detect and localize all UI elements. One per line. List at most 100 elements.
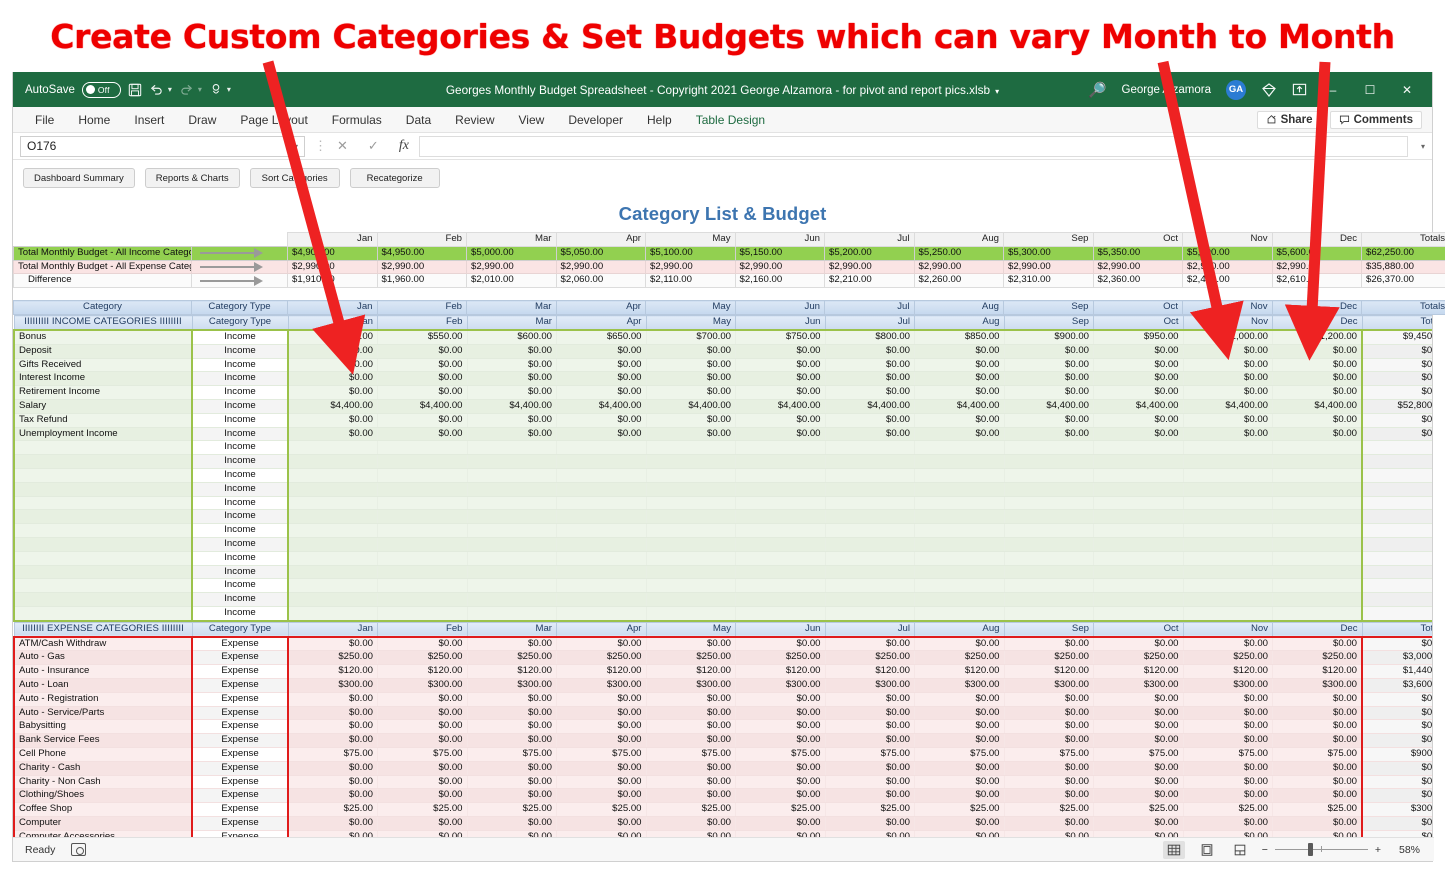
table-row[interactable]: Income [14, 538, 1432, 552]
exp-month-cell[interactable]: $0.00 [467, 706, 557, 720]
inc-type-cell[interactable]: Income [192, 455, 288, 469]
exp-month-cell[interactable]: $0.00 [378, 706, 468, 720]
inc-month-cell[interactable] [288, 496, 378, 510]
inc-month-cell[interactable]: $0.00 [557, 344, 647, 358]
exp-month-cell[interactable]: $0.00 [646, 761, 736, 775]
tab-data[interactable]: Data [394, 110, 443, 130]
inc-month-cell[interactable] [915, 496, 1005, 510]
exp-month-cell[interactable]: $0.00 [467, 789, 557, 803]
inc-month-cell[interactable] [378, 551, 468, 565]
inc-month-cell[interactable] [1273, 510, 1363, 524]
exp-month-cell[interactable]: $0.00 [825, 720, 915, 734]
exp-month-cell[interactable]: $0.00 [557, 720, 647, 734]
exp-month-cell[interactable]: $0.00 [1183, 692, 1273, 706]
inc-type-cell[interactable]: Income [192, 607, 288, 621]
header-jan[interactable]: Jan [288, 301, 378, 315]
exp-month-cell[interactable]: $0.00 [288, 775, 378, 789]
undo-icon[interactable] [149, 83, 164, 97]
inc-month-cell[interactable] [736, 593, 826, 607]
page-layout-view-button[interactable] [1196, 841, 1218, 859]
inc-month-cell[interactable] [825, 510, 915, 524]
exp-month-cell[interactable]: $0.00 [825, 816, 915, 830]
inc-month-cell[interactable]: $0.00 [378, 413, 468, 427]
inc-month-cell[interactable]: $900.00 [1004, 330, 1094, 344]
header-apr[interactable]: Apr [556, 301, 646, 315]
exp-total-cell[interactable]: $300.00 [1362, 803, 1432, 817]
inc-category-cell[interactable] [14, 510, 192, 524]
exp-month-cell[interactable]: $0.00 [1183, 706, 1273, 720]
inc-month-cell[interactable]: $0.00 [736, 358, 826, 372]
inc-month-cell[interactable]: $0.00 [467, 358, 557, 372]
exp-month-cell[interactable]: $0.00 [646, 734, 736, 748]
inc-month-cell[interactable]: $0.00 [1004, 427, 1094, 441]
exp-total-cell[interactable]: $3,600.00 [1362, 679, 1432, 693]
inc-month-cell[interactable] [825, 607, 915, 621]
exp-month-cell[interactable]: $0.00 [1004, 789, 1094, 803]
dashboard-summary-button[interactable]: Dashboard Summary [23, 168, 135, 188]
inc-month-cell[interactable] [467, 510, 557, 524]
inc-month-cell[interactable] [736, 510, 826, 524]
exp-month-cell[interactable]: $0.00 [288, 692, 378, 706]
inc-month-cell[interactable] [646, 538, 736, 552]
inc-month-cell[interactable] [825, 441, 915, 455]
table-row[interactable]: Unemployment IncomeIncome$0.00$0.00$0.00… [14, 427, 1432, 441]
exp-month-cell[interactable]: $0.00 [646, 789, 736, 803]
exp-month-cell[interactable]: $0.00 [288, 816, 378, 830]
inc-month-cell[interactable]: $0.00 [1273, 413, 1363, 427]
inc-month-cell[interactable]: $0.00 [1273, 372, 1363, 386]
inc-type-cell[interactable]: Income [192, 482, 288, 496]
inc-total-cell[interactable] [1362, 482, 1432, 496]
name-box[interactable]: O176 ▾ [20, 136, 305, 157]
exp-type-cell[interactable]: Expense [192, 651, 288, 665]
inc-month-cell[interactable] [646, 496, 736, 510]
close-button[interactable]: ✕ [1396, 83, 1418, 97]
table-row[interactable]: Income [14, 551, 1432, 565]
inc-category-cell[interactable] [14, 524, 192, 538]
exp-month-cell[interactable]: $120.00 [1004, 665, 1094, 679]
inc-month-cell[interactable]: $0.00 [915, 427, 1005, 441]
exp-category-cell[interactable]: Computer [14, 816, 192, 830]
inc-month-cell[interactable] [1094, 482, 1184, 496]
exp-month-cell[interactable]: $0.00 [288, 789, 378, 803]
inc-month-cell[interactable] [1004, 607, 1094, 621]
exp-month-cell[interactable]: $0.00 [736, 706, 826, 720]
name-box-chevron-down-icon[interactable]: ▾ [294, 142, 298, 151]
exp-month-cell[interactable]: $75.00 [557, 747, 647, 761]
exp-month-cell[interactable]: $25.00 [915, 803, 1005, 817]
exp-month-cell[interactable]: $0.00 [1183, 734, 1273, 748]
inc-month-cell[interactable] [1004, 538, 1094, 552]
inc-month-cell[interactable]: $0.00 [1004, 386, 1094, 400]
exp-month-cell[interactable]: $250.00 [1183, 651, 1273, 665]
exp-total-cell[interactable]: $0.00 [1362, 637, 1432, 651]
exp-type-cell[interactable]: Expense [192, 720, 288, 734]
inc-month-cell[interactable]: $0.00 [1094, 344, 1184, 358]
exp-month-cell[interactable]: $0.00 [1183, 789, 1273, 803]
exp-month-cell[interactable]: $0.00 [557, 761, 647, 775]
inc-month-cell[interactable]: $0.00 [1094, 358, 1184, 372]
inc-category-cell[interactable] [14, 469, 192, 483]
exp-month-cell[interactable]: $0.00 [915, 720, 1005, 734]
inc-month-cell[interactable]: $0.00 [1004, 372, 1094, 386]
inc-month-cell[interactable]: $650.00 [557, 330, 647, 344]
inc-type-cell[interactable]: Income [192, 358, 288, 372]
inc-total-cell[interactable] [1362, 538, 1432, 552]
exp-total-cell[interactable]: $0.00 [1362, 775, 1432, 789]
exp-month-cell[interactable]: $0.00 [1273, 761, 1363, 775]
exp-month-cell[interactable]: $0.00 [1004, 775, 1094, 789]
inc-month-cell[interactable] [915, 565, 1005, 579]
exp-month-cell[interactable]: $25.00 [557, 803, 647, 817]
exp-type-cell[interactable]: Expense [192, 789, 288, 803]
exp-month-cell[interactable]: $120.00 [557, 665, 647, 679]
exp-month-cell[interactable]: $0.00 [1004, 692, 1094, 706]
table-row[interactable]: Income [14, 482, 1432, 496]
exp-month-cell[interactable]: $0.00 [1004, 761, 1094, 775]
exp-category-cell[interactable]: Bank Service Fees [14, 734, 192, 748]
inc-month-cell[interactable] [1183, 496, 1273, 510]
inc-month-cell[interactable] [736, 538, 826, 552]
exp-month-cell[interactable]: $0.00 [825, 761, 915, 775]
exp-month-cell[interactable]: $120.00 [1183, 665, 1273, 679]
exp-month-cell[interactable]: $75.00 [1094, 747, 1184, 761]
exp-month-cell[interactable]: $0.00 [288, 761, 378, 775]
exp-month-cell[interactable]: $300.00 [1004, 679, 1094, 693]
inc-month-cell[interactable]: $0.00 [467, 386, 557, 400]
